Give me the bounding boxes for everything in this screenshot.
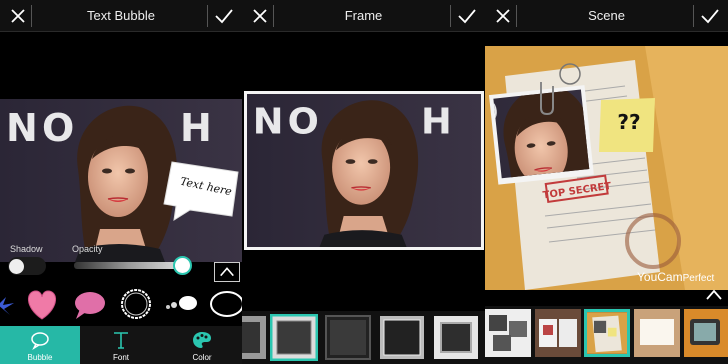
scene-thumbnail-list (485, 306, 728, 364)
scene-thumb-paper-sheet[interactable] (634, 309, 680, 357)
confirm-check-icon[interactable] (700, 6, 720, 26)
close-icon[interactable] (493, 6, 513, 26)
font-t-icon (114, 332, 128, 349)
opacity-label: Opacity (72, 244, 103, 254)
frame-header: Frame (242, 0, 485, 32)
heart-sticker[interactable] (22, 283, 62, 326)
scene-canvas[interactable]: TOP SECRET (485, 46, 728, 290)
page-title: Frame (344, 8, 383, 23)
frame-thumb-partial[interactable] (242, 314, 268, 361)
tab-bubble[interactable]: Bubble (0, 326, 80, 364)
shadow-toggle-knob[interactable] (9, 259, 24, 274)
tab-color[interactable]: Color (162, 326, 242, 364)
palette-icon (193, 332, 211, 348)
scene-thumb-documents-selected[interactable] (584, 309, 630, 357)
scene-thumb-open-book[interactable] (535, 309, 581, 357)
bubble-tab-bar: Bubble Font Color (0, 326, 242, 364)
tab-label: Font (112, 353, 129, 362)
photo-canvas[interactable] (247, 94, 481, 247)
header-divider (693, 5, 694, 27)
collapse-chevron-up-icon[interactable] (214, 262, 240, 282)
header-divider (31, 5, 32, 27)
opacity-slider-thumb[interactable] (173, 256, 192, 275)
frame-thumb-selected[interactable] (270, 314, 318, 361)
pink-speech-sticker[interactable] (70, 283, 110, 326)
header-divider (207, 5, 208, 27)
circle-scribble-sticker[interactable] (116, 283, 156, 326)
ellipse-outline-sticker[interactable] (205, 283, 242, 326)
tab-label: Color (192, 353, 212, 362)
confirm-check-icon[interactable] (214, 6, 234, 26)
page-title: Scene (588, 8, 625, 23)
scene-panel: Scene TOP SECRET ?? YouCamPerfect (485, 0, 728, 364)
cloud-dots-sticker[interactable] (162, 283, 202, 326)
frame-thumbnail-list (242, 311, 485, 364)
tab-font[interactable]: Font (81, 326, 161, 364)
tab-label: Bubble (27, 353, 53, 362)
brand-name: YouCam (637, 270, 683, 284)
youcam-perfect-logo: YouCamPerfect (637, 270, 714, 284)
header-divider (450, 5, 451, 27)
text-bubble-header: Text Bubble (0, 0, 242, 32)
confirm-check-icon[interactable] (457, 6, 477, 26)
frame-thumb-dark-square[interactable] (324, 314, 372, 361)
scene-header: Scene (485, 0, 728, 32)
header-divider (516, 5, 517, 27)
page-title: Text Bubble (87, 8, 155, 23)
close-icon[interactable] (8, 6, 28, 26)
brand-suffix: Perfect (682, 273, 715, 284)
sticky-note-text: ?? (617, 110, 641, 134)
text-bubble-panel: Text Bubble Text here Shadow Opacity Bub… (0, 0, 242, 364)
shadow-label: Shadow (10, 244, 43, 254)
header-divider (273, 5, 274, 27)
frame-thumb-silver[interactable] (432, 314, 480, 361)
speech-bubble-icon (31, 332, 49, 350)
collapse-chevron-up-icon[interactable] (704, 288, 724, 302)
frame-panel: Frame (242, 0, 485, 364)
scene-thumb-tv-frame[interactable] (684, 309, 728, 357)
documents-preview (587, 312, 627, 354)
bubble-sticker-list (0, 283, 242, 326)
close-icon[interactable] (250, 6, 270, 26)
opacity-slider[interactable] (74, 262, 182, 269)
frame-thumb-beveled[interactable] (378, 314, 426, 361)
scene-thumb-bw-photos[interactable] (485, 309, 531, 357)
